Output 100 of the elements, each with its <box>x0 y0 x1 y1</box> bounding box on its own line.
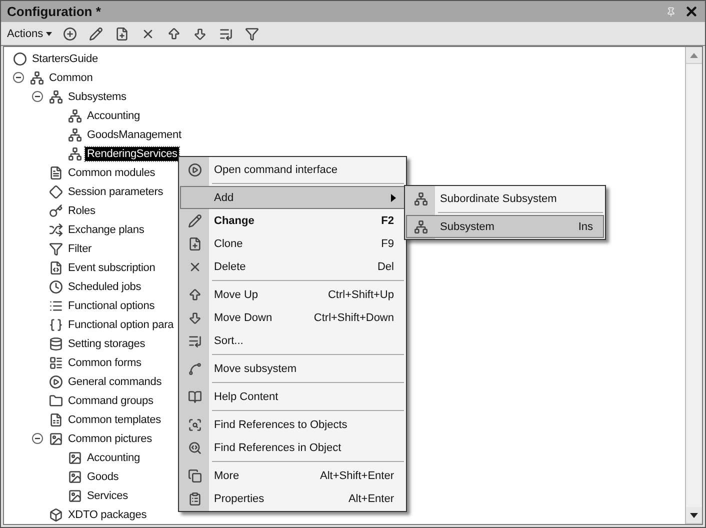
minus-icon <box>34 435 41 442</box>
tree-item[interactable]: Subsystems <box>66 90 128 104</box>
tree-item[interactable]: Scheduled jobs <box>66 280 144 294</box>
sort-icon <box>188 334 202 348</box>
tree-item[interactable]: XDTO packages <box>66 508 149 522</box>
clock-icon <box>49 280 63 294</box>
hierarchy-icon <box>49 90 63 104</box>
folder-icon <box>49 394 63 408</box>
tree-item[interactable]: Functional option para <box>66 318 176 332</box>
tree-item[interactable]: Common modules <box>66 166 158 180</box>
hierarchy-icon <box>414 192 428 206</box>
minus-icon <box>34 93 41 100</box>
hierarchy-icon <box>68 128 82 142</box>
picture-icon <box>49 432 63 446</box>
scroll-down-button[interactable] <box>686 507 702 524</box>
tree-item[interactable]: Setting storages <box>66 336 148 350</box>
key-icon <box>49 204 63 218</box>
tree-item[interactable]: Common pictures <box>66 432 154 446</box>
menu-item[interactable]: Subsystem Ins <box>406 215 604 238</box>
tree-item[interactable]: Services <box>85 488 130 502</box>
play-icon <box>49 374 63 388</box>
diamond-icon <box>49 184 63 198</box>
add-icon <box>63 26 78 40</box>
menu-item[interactable]: Properties Alt+Enter <box>180 487 405 510</box>
tree-item[interactable]: Accounting <box>85 108 142 122</box>
scrollbar[interactable] <box>685 47 702 524</box>
filter-icon <box>245 26 260 40</box>
arrow-up-icon <box>188 288 202 302</box>
tree-item[interactable]: Functional options <box>66 298 157 312</box>
tree-item[interactable]: Common forms <box>66 356 144 370</box>
menu-item[interactable]: More Alt+Shift+Enter <box>180 464 405 487</box>
minus-icon <box>15 74 22 81</box>
menu-item[interactable]: Change F2 <box>180 209 405 232</box>
module-icon <box>49 166 63 180</box>
tree-item[interactable]: General commands <box>66 374 164 388</box>
search-icon <box>188 440 202 454</box>
exchange-icon <box>49 222 63 236</box>
tree-item[interactable]: GoodsManagement <box>85 128 184 142</box>
arrow-up-icon <box>690 52 698 58</box>
menu-item[interactable]: Add <box>180 186 405 209</box>
filter-icon <box>49 242 63 256</box>
ball-icon <box>13 52 27 66</box>
tree-item[interactable]: Event subscription <box>66 260 158 274</box>
arrow-down-icon <box>188 310 202 324</box>
tree-item[interactable]: Roles <box>66 204 98 218</box>
braces-icon <box>49 318 63 332</box>
nodes-icon <box>30 70 44 84</box>
book-icon <box>188 390 202 404</box>
template-icon <box>49 412 63 426</box>
storage-icon <box>49 336 63 350</box>
pencil-icon <box>89 26 104 40</box>
sort-icon <box>219 26 234 40</box>
move-icon <box>188 362 202 376</box>
menu-item[interactable]: Move Down Ctrl+Shift+Down <box>180 306 405 329</box>
arrow-up-icon <box>167 26 182 40</box>
properties-icon <box>188 492 202 506</box>
play-icon <box>188 162 202 176</box>
menu-item[interactable]: Delete Del <box>180 255 405 278</box>
arrow-down-icon <box>690 512 698 518</box>
menu-item[interactable]: Move subsystem <box>180 357 405 380</box>
scroll-up-button[interactable] <box>686 47 702 64</box>
collapse-toggle[interactable] <box>32 91 43 102</box>
tree-item[interactable]: RenderingServices <box>85 146 180 160</box>
menu-item[interactable]: Find References in Object <box>180 436 405 459</box>
menu-item[interactable]: Open command interface <box>180 158 405 181</box>
tree-item[interactable]: StartersGuide <box>30 52 100 66</box>
menu-item[interactable]: Help Content <box>180 385 405 408</box>
tree-item[interactable]: Filter <box>66 242 94 256</box>
cube-icon <box>49 508 63 522</box>
collapse-toggle[interactable] <box>13 72 24 83</box>
menu-item[interactable]: Sort... <box>180 329 405 352</box>
tree-item[interactable]: Exchange plans <box>66 222 146 236</box>
tree-item[interactable]: Command groups <box>66 394 156 408</box>
close-icon[interactable] <box>684 4 699 19</box>
caret-icon <box>46 32 52 36</box>
menu-item[interactable]: Clone F9 <box>180 232 405 255</box>
tree-item[interactable]: Goods <box>85 470 121 484</box>
tree-item[interactable]: Common templates <box>66 412 163 426</box>
tree-item[interactable]: Session parameters <box>66 184 166 198</box>
hierarchy-icon <box>414 220 428 234</box>
menu-item[interactable]: Move Up Ctrl+Shift+Up <box>180 283 405 306</box>
list-icon <box>49 298 63 312</box>
tree-item[interactable]: Accounting <box>85 450 142 464</box>
picture-icon <box>68 488 82 502</box>
arrow-down-icon <box>193 26 208 40</box>
actions-menu-button[interactable]: Actions <box>5 28 54 40</box>
picture-icon <box>68 450 82 464</box>
tree-item[interactable]: Common <box>47 70 95 84</box>
hierarchy-icon <box>68 108 82 122</box>
window-title: Configuration * <box>7 4 101 19</box>
document-plus-icon <box>115 26 130 40</box>
collapse-toggle[interactable] <box>32 433 43 444</box>
menu-item[interactable]: Subordinate Subsystem <box>406 187 604 210</box>
document-icon <box>49 260 63 274</box>
menu-item[interactable]: Find References to Objects <box>180 413 405 436</box>
picture-icon <box>68 470 82 484</box>
form-icon <box>49 356 63 370</box>
document-plus-icon <box>188 236 202 250</box>
submenu-arrow-icon <box>391 194 396 202</box>
pencil-icon <box>188 214 202 228</box>
